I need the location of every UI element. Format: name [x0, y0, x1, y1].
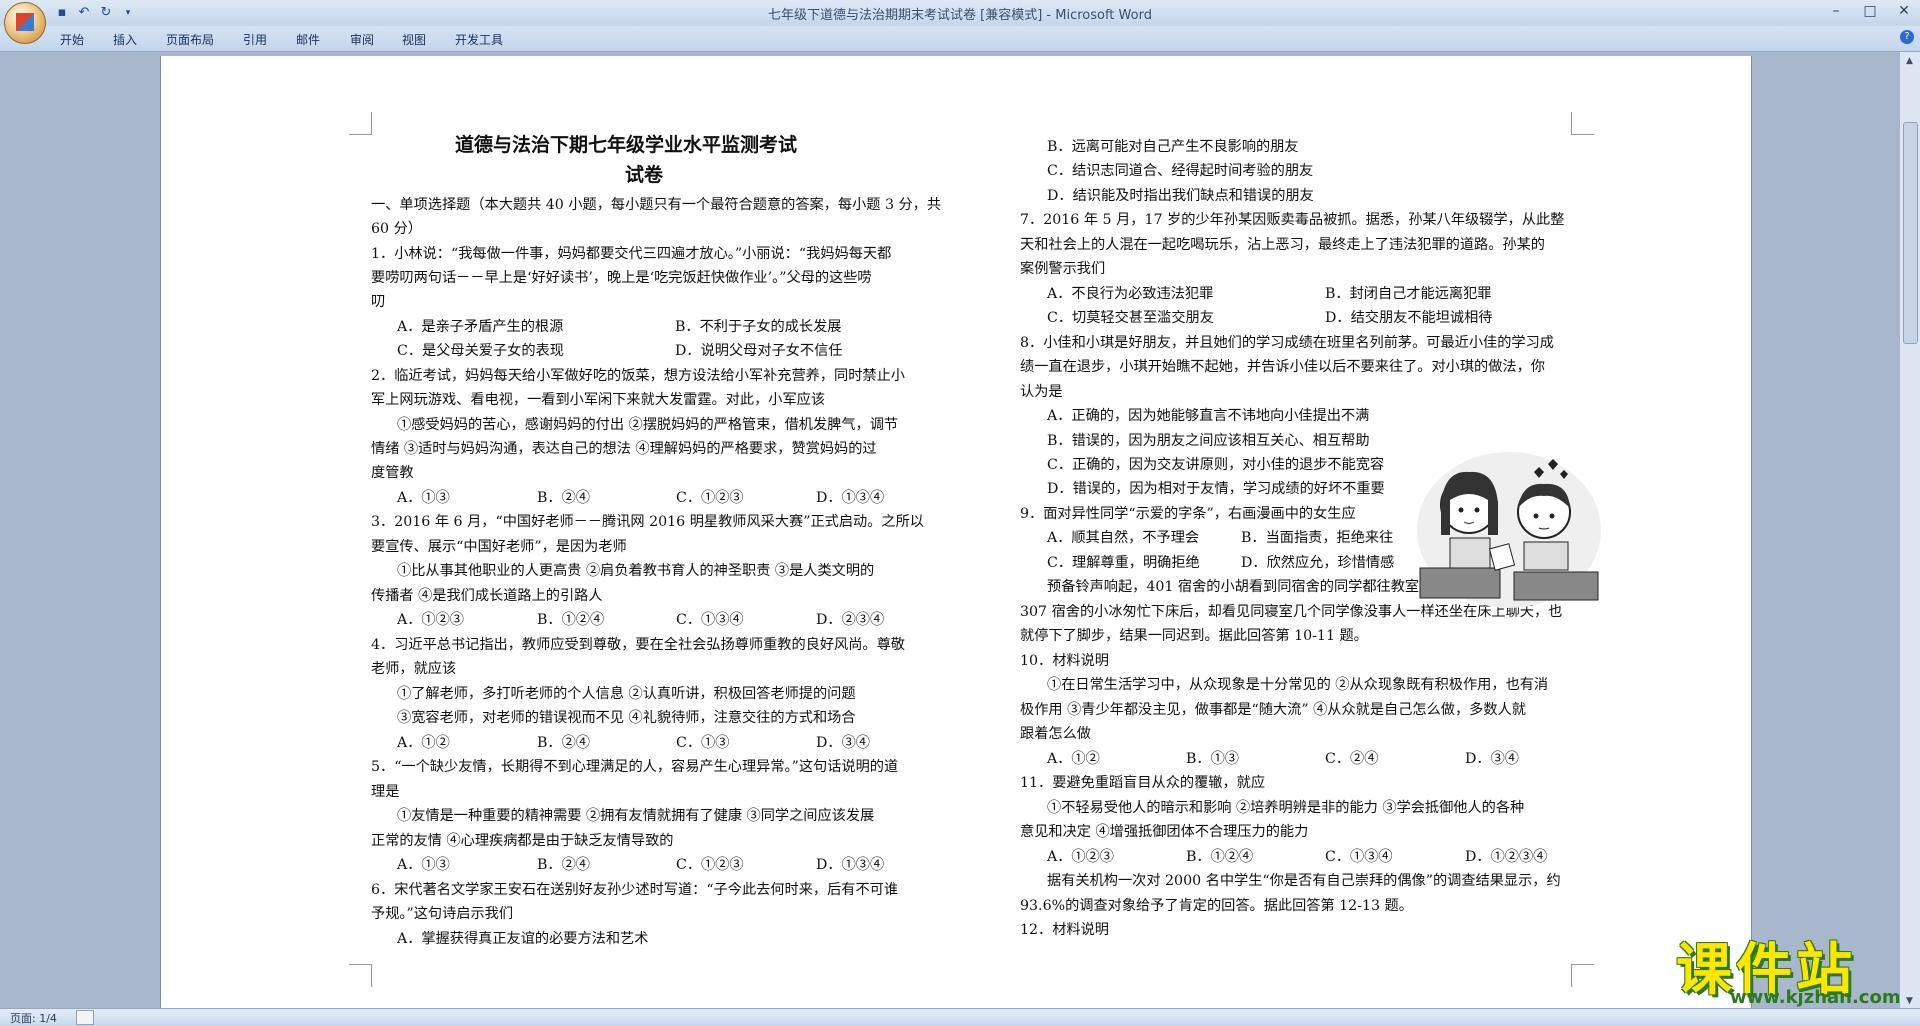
help-icon[interactable]: ?: [1900, 30, 1914, 44]
answer-option: B．封闭自己才能远离犯罪: [1325, 286, 1492, 302]
status-bar: 页面: 1/4: [0, 1008, 1920, 1026]
question-text: 8．小佳和小琪是好朋友，并且她们的学习成绩在班里名列前茅。可最近小佳的学习成: [1020, 335, 1554, 351]
question-text: 绩一直在退步，小琪开始瞧不起她，并告诉小佳以后不要来往了。对小琪的做法，你: [1020, 359, 1545, 375]
question-text: ①不轻易受他人的暗示和影响 ②培养明辨是非的能力 ③学会抵御他人的各种: [1047, 800, 1525, 816]
answer-option: C．正确的，因为交友讲原则，对小佳的退步不能宽容: [1047, 457, 1385, 473]
window-title: 七年级下道德与法治期期末考试试卷 [兼容模式] - Microsoft Word: [768, 8, 1152, 23]
answer-option: B．①③: [1186, 751, 1239, 767]
answer-option: B．错误的，因为朋友之间应该相互关心、相互帮助: [1047, 433, 1370, 449]
answer-option: C．切莫轻交甚至滥交朋友: [1047, 310, 1214, 326]
comic-illustration: [1417, 452, 1601, 608]
document-area[interactable]: 道德与法治下期七年级学业水平监测考试 试卷 一、单项选择题（本大题共 40 小题…: [0, 52, 1900, 1010]
question-text: ①在日常生活学习中，从众现象是十分常见的 ②从众现象既有积极作用，也有消: [1047, 677, 1549, 693]
minimize-button[interactable]: –: [1828, 3, 1844, 19]
answer-option: C．结识志同道合、经得起时间考验的朋友: [1047, 163, 1314, 179]
watermark-url: www.kjzhan.com: [1730, 987, 1901, 1008]
tab-view[interactable]: 视图: [402, 31, 426, 48]
answer-option: A．①②: [1047, 751, 1100, 767]
answer-option: C．②④: [1325, 751, 1379, 767]
question-text: 极作用 ③青少年都没主见，做事都是“随大流” ④从众就是自己怎么做，多数人就: [1020, 702, 1526, 718]
tab-insert[interactable]: 插入: [113, 31, 137, 48]
tab-references[interactable]: 引用: [243, 31, 267, 48]
window-controls: – □ ✕: [1828, 3, 1912, 19]
tab-mailings[interactable]: 邮件: [296, 31, 320, 48]
answer-option: D．③④: [1465, 751, 1519, 767]
tab-page-layout[interactable]: 页面布局: [166, 31, 214, 48]
question-text: 意见和决定 ④增强抵御团体不合理压力的能力: [1020, 824, 1309, 840]
answer-option: D．①②③④: [1465, 849, 1548, 865]
office-button[interactable]: [4, 2, 46, 44]
title-bar: ▪ ↶ ↻ ▾ 七年级下道德与法治期期末考试试卷 [兼容模式] - Micros…: [0, 0, 1920, 26]
material-text: 据有关机构一次对 2000 名中学生“你是否有自己崇拜的偶像”的调查结果显示，约: [1047, 873, 1561, 889]
answer-option: A．①②③: [1047, 849, 1114, 865]
answer-option: C．①③④: [1325, 849, 1393, 865]
close-button[interactable]: ✕: [1896, 3, 1912, 19]
answer-option: D．欣然应允，珍惜情感: [1241, 555, 1395, 571]
question-text: 案例警示我们: [1020, 261, 1106, 277]
answer-option: D．结识能及时指出我们缺点和错误的朋友: [1047, 188, 1314, 204]
vertical-scrollbar[interactable]: ▲ ▼: [1899, 52, 1920, 1010]
answer-option: D．错误的，因为相对于友情，学习成绩的好坏不重要: [1047, 481, 1385, 497]
page-count[interactable]: 页面: 1/4: [10, 1010, 57, 1026]
scrollbar-thumb[interactable]: [1903, 122, 1918, 344]
question-text: 认为是: [1020, 384, 1063, 400]
tab-review[interactable]: 审阅: [350, 31, 374, 48]
maximize-button[interactable]: □: [1862, 3, 1878, 19]
question-text: 9．面对异性同学“示爱的字条”，右画漫画中的女生应: [1020, 506, 1356, 522]
material-text: 93.6%的调查对象给予了肯定的回答。据此回答第 12-13 题。: [1020, 898, 1413, 914]
question-text: 跟着怎么做: [1020, 726, 1091, 742]
tab-developer[interactable]: 开发工具: [455, 31, 503, 48]
material-text: 就停下了脚步，结果一同迟到。据此回答第 10-11 题。: [1020, 628, 1368, 644]
answer-option: B．当面指责，拒绝来往: [1241, 530, 1394, 546]
answer-option: A．不良行为必致违法犯罪: [1047, 286, 1214, 302]
answer-option: B．远离可能对自己产生不良影响的朋友: [1047, 139, 1299, 155]
answer-option: A．正确的，因为她能够直言不讳地向小佳提出不满: [1047, 408, 1370, 424]
document-page[interactable]: 道德与法治下期七年级学业水平监测考试 试卷 一、单项选择题（本大题共 40 小题…: [160, 56, 1752, 1010]
question-text: 天和社会上的人混在一起吃喝玩乐，沾上恶习，最终走上了违法犯罪的道路。孙某的: [1020, 237, 1545, 253]
site-watermark: 课件站 www.kjzhan.com: [1676, 925, 1906, 1008]
answer-option: B．①②④: [1186, 849, 1254, 865]
question-text: 10．材料说明: [1020, 653, 1109, 669]
proofing-icon[interactable]: [76, 1010, 94, 1025]
tab-home[interactable]: 开始: [60, 31, 84, 48]
ribbon-tabs: 开始 插入 页面布局 引用 邮件 审阅 视图 开发工具 ?: [0, 26, 1920, 52]
answer-option: A．顺其自然，不予理会: [1047, 530, 1200, 546]
question-text: 7．2016 年 5 月，17 岁的少年孙某因贩卖毒品被抓。据悉，孙某八年级辍学…: [1020, 212, 1565, 228]
question-text: 11．要避免重蹈盲目从众的覆辙，就应: [1020, 775, 1266, 791]
answer-option: C．理解尊重，明确拒绝: [1047, 555, 1200, 571]
question-text: 12．材料说明: [1020, 922, 1109, 938]
scroll-up-icon[interactable]: ▲: [1903, 54, 1916, 68]
answer-option: D．结交朋友不能坦诚相待: [1325, 310, 1493, 326]
office-logo-icon: [16, 13, 34, 31]
